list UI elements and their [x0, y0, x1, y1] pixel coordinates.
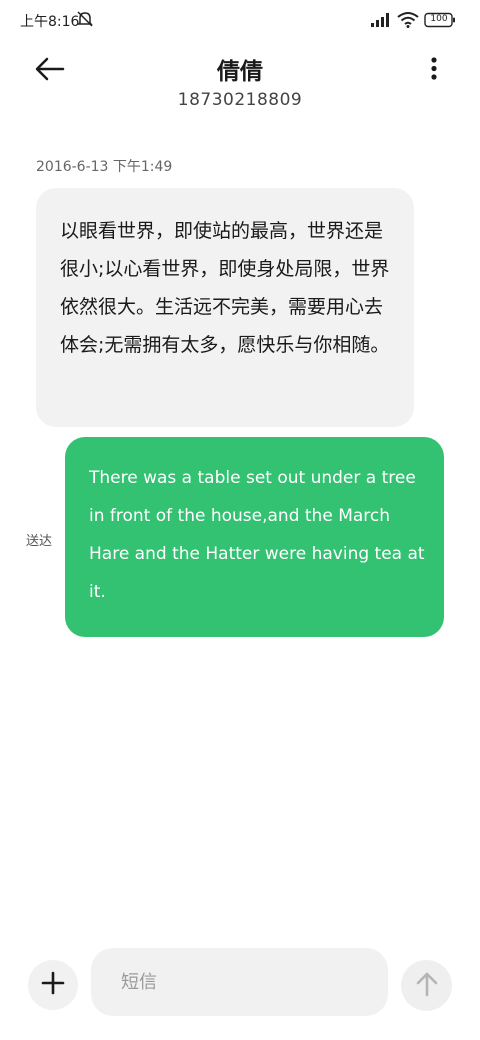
message-input[interactable] — [91, 948, 388, 1016]
incoming-message-bubble[interactable]: 以眼看世界，即使站的最高，世界还是很小;以心看世界，即使身处局限，世界依然很大。… — [36, 188, 414, 427]
signal-icon — [370, 12, 392, 32]
contact-name: 倩倩 — [217, 59, 263, 85]
message-timestamp: 2016-6-13 下午1:49 — [36, 159, 173, 175]
status-time: 上午8:16 — [20, 14, 80, 30]
contact-number: 18730218809 — [177, 90, 303, 110]
battery-level: 100 — [430, 14, 448, 24]
more-options-button[interactable] — [420, 52, 448, 88]
status-bar: 上午8:16 100 — [0, 0, 480, 40]
send-button[interactable] — [401, 960, 452, 1011]
do-not-disturb-icon — [76, 10, 94, 32]
add-attachment-button[interactable] — [28, 960, 78, 1010]
delivery-status: 送达 — [26, 534, 53, 549]
messaging-screen: 上午8:16 100 倩倩 18730218809 2016-6-13 下午1:… — [0, 0, 480, 1040]
outgoing-message-bubble[interactable]: There was a table set out under a tree i… — [65, 437, 444, 637]
incoming-message-text: 以眼看世界，即使站的最高，世界还是很小;以心看世界，即使身处局限，世界依然很大。… — [60, 220, 390, 356]
outgoing-message-text: There was a table set out under a tree i… — [89, 468, 425, 602]
send-arrow-icon — [413, 970, 441, 1002]
plus-icon — [40, 970, 66, 1000]
more-options-icon — [420, 57, 448, 92]
wifi-icon — [397, 11, 419, 32]
